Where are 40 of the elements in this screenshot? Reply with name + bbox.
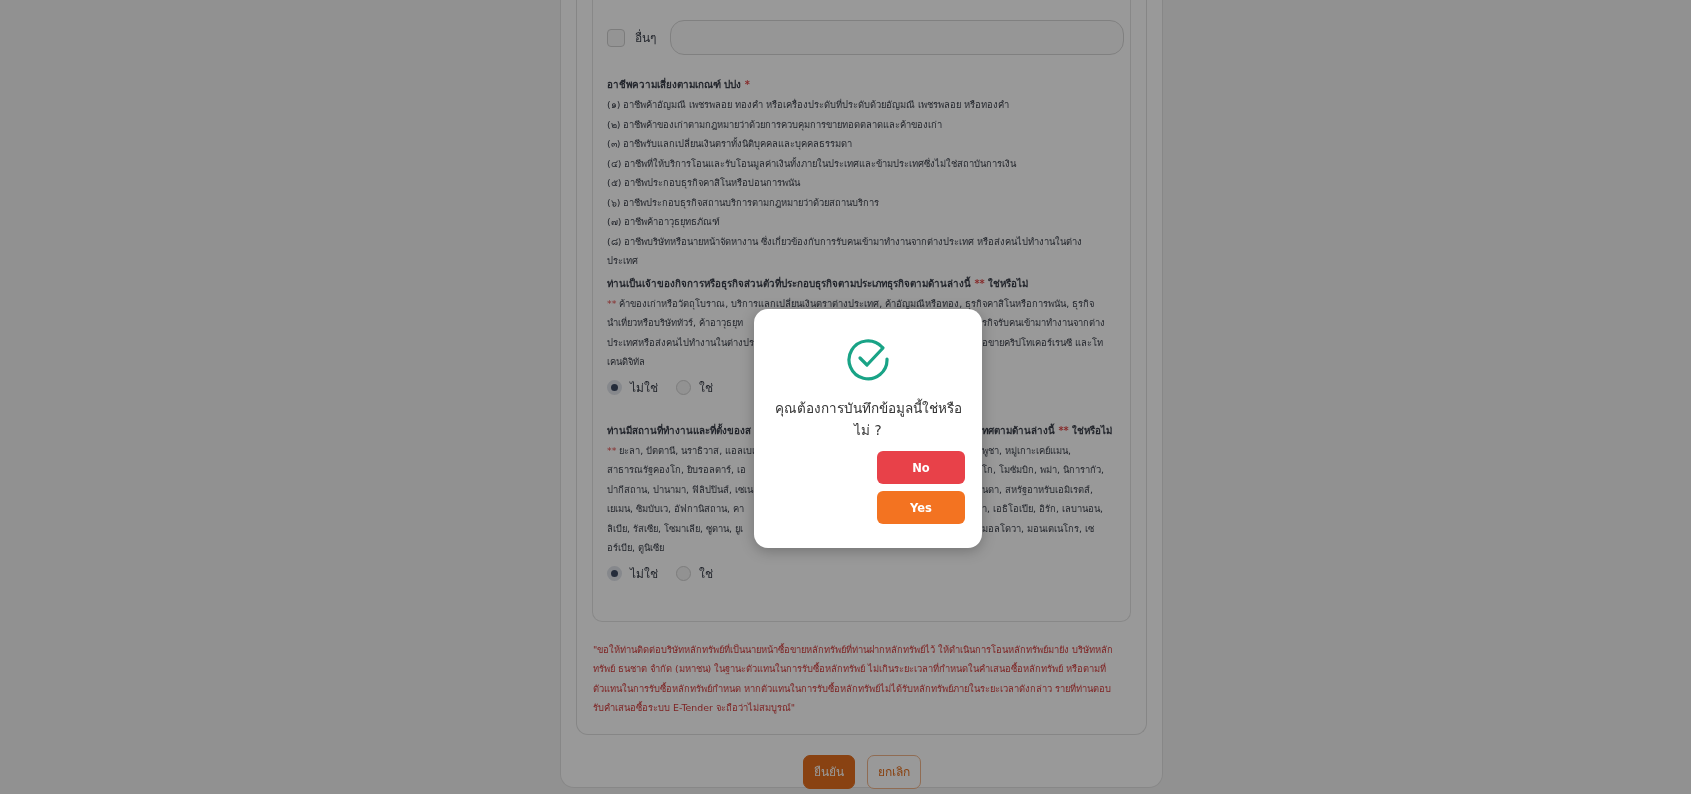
yes-button[interactable]: Yes (877, 491, 965, 524)
text-field[interactable] (670, 20, 1124, 55)
list-item: (๒) อาชีพค้าของเก่าตามกฎหมายว่าด้วยการควบคุมการขายทอดตลาดและค้าของเก่า (607, 117, 944, 133)
question-heading: ทศตามด้านล่างนี้ ** ใช่หรือไม่ (982, 422, 1113, 438)
note-line: อร์เบีย, ตูนิเซีย (607, 541, 665, 556)
question-heading: ท่านมีสถานที่ทำงานและที่ตั้งของส (607, 422, 751, 438)
notice-text: "ขอให้ท่านติดต่อบริษัทหลักทรัพย์ที่เป็นนายหน้าซื้อขายหลักทรัพย์ที่ท่านฝากหลักทรัพย์ไว้ ให้ดำเนินการโอนหลักทรัพย์มายัง บริษัทหลักทรัพย์ ธนชาต จำกัด (มหาชน) ในฐานะตัวแทนในการรับซื้อหลักทรัพย์ ไม่เกินระยะเวลาที่กำหนดในคำเสนอซื้อหลักทรัพย์ หรือตามที่ตัวแทนในการรับซื้อหลักทรัพย์กำหนด หากตัวแทนในการรับซื้อหลักทรัพย์ไม่ได้รับหลักทรัพย์ภายในระยะเวลาดังกล่าว รายที่ท่านตอบรับคำเสนอซื้อระบบ E-Tender จะถือว่าไม่สมบูรณ์" (593, 642, 1115, 716)
note-line: พูชา, หมู่เกาะเคย์แมน, (982, 443, 1071, 459)
note-line: เยเมน, ซิมบับเว, อัฟกานิสถาน, คา (607, 502, 744, 516)
list-item: (๕) อาชีพประกอบธุรกิจคาสิโนหรือบ่อนการพนัน (607, 176, 802, 191)
radio-option[interactable]: ใช่ (676, 377, 713, 397)
note-line: ** ยะลา, ปัตตานี, นราธิวาส, แอลเบเ (607, 443, 756, 458)
question-heading: ท่านเป็นเจ้าของกิจการหรือธุรกิจส่วนตัวที่ประกอบธุรกิจตามประเภทธุรกิจตามด้านล่างนี้ ** ใช่หรือไม่ (607, 275, 1030, 292)
note-line: โก, โมซัมบิก, พม่า, นิการากัว, (982, 463, 1104, 477)
list-item: (๗) อาชีพค้าอาวุธยุทธภัณฑ์ (607, 215, 722, 230)
list-item: (๘) อาชีพบริษัทหรือนายหน้าจัดหางาน ซึ่งเกี่ยวข้องกับการรับคนเข้ามาทำงานจากต่างประเทศ หรือส่งคนไปทำงานในต่างประเทศ (607, 234, 1084, 268)
check-circle-icon (846, 337, 890, 381)
note-line: า, เอธิโอเปีย, อิรัก, เลบานอน, (982, 502, 1103, 516)
note-line: ประเทศหรือส่งคนไปทำงานในต่างปร (607, 335, 754, 350)
note-line: ลิเบีย, รัสเซีย, โซมาเลีย, ซูดาน, ยูเ (607, 521, 743, 537)
radio-option[interactable]: ไม่ใช่ (607, 563, 658, 583)
note-line: สาธารณรัฐคองโก, ยิบรอลตาร์, เอ (607, 463, 746, 478)
note-line: อขายคริปโทเคอร์เรนซี และโท (982, 335, 1103, 350)
list-item: (๑) อาชีพค้าอัญมณี เพชรพลอย ทองคำ หรือเครื่องประดับที่ประดับด้วยอัญมณี เพชรพลอย หรือทองคำ (607, 98, 1011, 112)
note-line: ** ค้าของเก่าหรือวัตถุโบราณ, บริการแลกเปลี่ยนเงินตราต่างประเทศ, ค้าอัญมณีหรือทอง, ธุรกิจคาสิโนหรือการพนัน, ธุรกิจ (607, 296, 1096, 312)
list-item: (๖) อาชีพประกอบธุรกิจสถานบริการตามกฎหมายว่าด้วยสถานบริการ (607, 195, 881, 211)
radio-option[interactable]: ไม่ใช่ (607, 377, 658, 397)
no-button[interactable]: No (877, 451, 965, 484)
radio-option[interactable]: ใช่ (676, 563, 713, 583)
note-line: มอลโดวา, มอนเตเนโกร, เซ (982, 521, 1094, 536)
list-item: (๓) อาชีพรับแลกเปลี่ยนเงินตราทั้งนิติบุคคลและบุคคลธรรมดา (607, 136, 854, 152)
note-line: นดา, สหรัฐอาหรับเอมิเรตส์, (982, 482, 1093, 498)
question-heading: อาชีพความเสี่ยงตามเกณฑ์ ปปง * (607, 76, 751, 92)
dialog-message: คุณต้องการบันทึกข้อมูลนี้ใช่หรือไม่ ? (773, 397, 963, 440)
note-line: นำเที่ยวหรือบริษัททัวร์, ค้าอาวุธยุท (607, 316, 743, 331)
note-line: รกิจรับคนเข้ามาทำงานจากต่าง (982, 316, 1105, 330)
list-item: (๔) อาชีพที่ให้บริการโอนและรับโอนมูลค่าเงินทั้งภายในประเทศและข้ามประเทศซึ่งไม่ใช่สถาบันการเงิน (607, 156, 1018, 172)
checkbox[interactable]: อื่นๆ (607, 28, 656, 47)
note-line: ปากีสถาน, ปานามา, ฟิลิปปินส์, เซเน (607, 482, 753, 497)
note-line: เคนดิจิทัล (607, 355, 646, 369)
